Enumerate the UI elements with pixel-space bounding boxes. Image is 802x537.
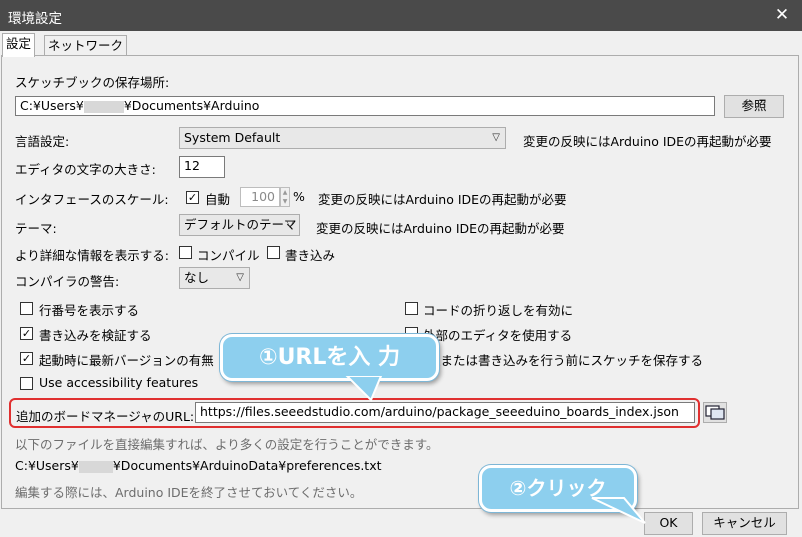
tab-strip: 設定 ネットワーク	[0, 31, 802, 57]
boards-url-label: 追加のボードマネージャのURL:	[16, 409, 195, 424]
chevron-down-icon: ▽	[286, 219, 294, 230]
verbose-label: より詳細な情報を表示する:	[15, 248, 169, 263]
tab-settings[interactable]: 設定	[2, 33, 36, 57]
tab-network[interactable]: ネットワーク	[44, 35, 128, 56]
font-size-label: エディタの文字の大きさ:	[15, 162, 156, 177]
chevron-down-icon: ▽	[492, 132, 500, 143]
scale-auto-checkbox[interactable]: ✓	[186, 191, 199, 204]
warnings-label: コンパイラの警告:	[15, 274, 120, 289]
scale-percent-field: 100	[240, 187, 280, 207]
scale-note: 変更の反映にはArduino IDEの再起動が必要	[318, 192, 567, 207]
code-folding-checkbox[interactable]	[405, 302, 418, 315]
theme-note: 変更の反映にはArduino IDEの再起動が必要	[316, 221, 565, 236]
warnings-value: なし	[184, 270, 210, 285]
sketchbook-path-prefix: C:¥Users¥	[20, 98, 84, 113]
cancel-button[interactable]: キャンセル	[702, 512, 787, 535]
language-select[interactable]: System Default ▽	[179, 127, 506, 149]
line-numbers-checkbox[interactable]	[20, 302, 33, 315]
line-numbers-label: 行番号を表示する	[39, 303, 140, 318]
sketchbook-path-suffix: ¥Documents¥Arduino	[123, 98, 260, 113]
close-ide-note: 編集する際には、Arduino IDEを終了させておいてください。	[15, 485, 363, 500]
warnings-select[interactable]: なし ▽	[179, 267, 250, 289]
external-editor-label: 外部のエディタを使用する	[423, 328, 573, 343]
scale-label: インタフェースのスケール:	[15, 192, 169, 207]
window-title: 環境設定	[8, 11, 62, 27]
language-note: 変更の反映にはArduino IDEの再起動が必要	[523, 134, 772, 149]
username-blur	[78, 460, 113, 473]
callout-enter-url: ①URLを入 力	[220, 334, 439, 381]
save-on-verify-label: 証または書き込みを行う前にスケッチを保存する	[428, 353, 704, 368]
username-blur	[83, 100, 124, 113]
scale-unit: %	[293, 189, 305, 204]
accessibility-checkbox[interactable]	[20, 377, 33, 390]
sketchbook-label: スケッチブックの保存場所:	[15, 75, 170, 90]
theme-label: テーマ:	[15, 221, 57, 236]
boards-url-field[interactable]: https://files.seeedstudio.com/arduino/pa…	[195, 402, 695, 423]
close-icon[interactable]: ✕	[770, 4, 794, 26]
check-updates-label: 起動時に最新バージョンの有無	[39, 353, 214, 368]
scale-auto-label: 自動	[205, 192, 231, 207]
language-label: 言語設定:	[15, 134, 70, 149]
scale-spinner: ▲ ▼	[280, 187, 290, 207]
pref-path-prefix: C:¥Users¥	[15, 458, 79, 473]
ok-button[interactable]: OK	[644, 512, 693, 535]
sketchbook-path-field[interactable]: C:¥Users¥ ¥Documents¥Arduino	[15, 96, 715, 116]
verbose-compile-checkbox[interactable]	[179, 246, 192, 259]
accessibility-label: Use accessibility features	[39, 375, 199, 390]
edit-file-note: 以下のファイルを直接編集すれば、より多くの設定を行うことができます。	[15, 437, 439, 452]
check-updates-checkbox[interactable]: ✓	[20, 352, 33, 365]
title-bar: 環境設定 ✕	[0, 0, 802, 31]
verify-upload-checkbox[interactable]: ✓	[20, 327, 33, 340]
browse-button[interactable]: 参照	[724, 95, 784, 118]
callout-pointer	[591, 497, 646, 524]
theme-value: デフォルトのテーマ	[184, 217, 297, 232]
verbose-upload-label: 書き込み	[285, 248, 336, 263]
verify-upload-label: 書き込みを検証する	[39, 328, 152, 343]
code-folding-label: コードの折り返しを有効に	[423, 303, 574, 318]
verbose-compile-label: コンパイル	[197, 248, 260, 263]
theme-select[interactable]: デフォルトのテーマ ▽	[179, 214, 300, 236]
edit-urls-button[interactable]	[703, 402, 727, 423]
verbose-upload-checkbox[interactable]	[267, 246, 280, 259]
font-size-field[interactable]: 12	[179, 156, 225, 178]
preferences-path[interactable]: C:¥Users¥ ¥Documents¥ArduinoData¥preferen…	[15, 458, 382, 473]
window-icon	[705, 405, 725, 420]
pref-path-suffix: ¥Documents¥ArduinoData¥preferences.txt	[112, 458, 382, 473]
callout-pointer	[345, 376, 383, 402]
language-value: System Default	[184, 130, 281, 145]
chevron-down-icon: ▽	[236, 272, 244, 283]
